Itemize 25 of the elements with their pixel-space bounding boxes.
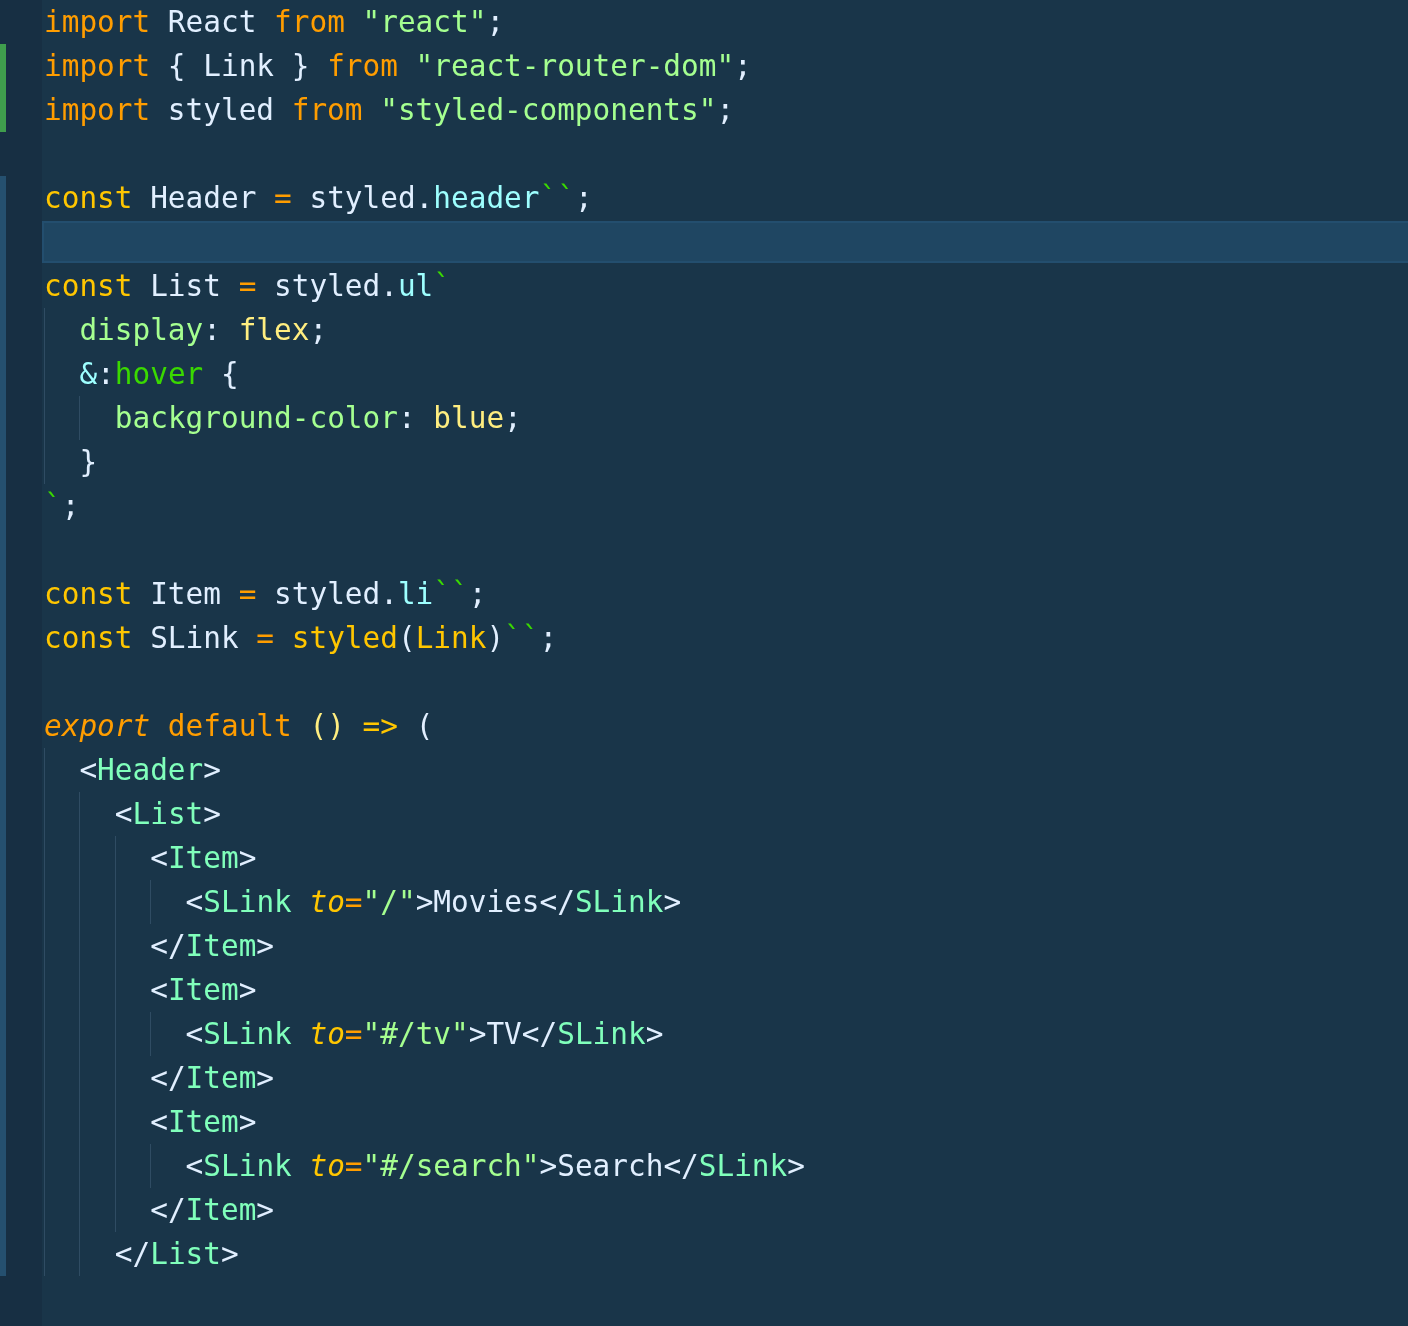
- code-line: <SLink to="/">Movies</SLink>: [184, 885, 682, 919]
- code-line: const Header = styled.header``;: [43, 181, 593, 215]
- code-line: </Item>: [149, 1061, 275, 1095]
- code-line: </Item>: [149, 1193, 275, 1227]
- code-line: </Item>: [149, 929, 275, 963]
- code-line: }: [78, 445, 98, 479]
- code-line: <Item>: [149, 1105, 257, 1139]
- code-line: </List>: [113, 1237, 239, 1271]
- code-line: <SLink to="#/tv">TV</SLink>: [184, 1017, 664, 1051]
- code-line: const SLink = styled(Link)``;: [43, 621, 558, 655]
- code-line: <SLink to="#/search">Search</SLink>: [184, 1149, 805, 1183]
- code-line: <Item>: [149, 973, 257, 1007]
- code-line: import styled from "styled-components";: [43, 93, 735, 127]
- code-line: background-color: blue;: [113, 401, 522, 435]
- code-line: `;: [43, 489, 80, 523]
- code-line: const List = styled.ul`: [43, 269, 451, 303]
- code-line: import { Link } from "react-router-dom";: [43, 49, 752, 83]
- code-line: display: flex;: [78, 313, 328, 347]
- code-line: <Item>: [149, 841, 257, 875]
- code-line: export default () => (: [43, 709, 434, 743]
- code-line: <Header>: [78, 753, 221, 787]
- code-line: &:hover {: [78, 357, 239, 391]
- code-line: import React from "react";: [43, 5, 505, 39]
- code-line: const Item = styled.li``;: [43, 577, 487, 611]
- code-line: <List>: [113, 797, 221, 831]
